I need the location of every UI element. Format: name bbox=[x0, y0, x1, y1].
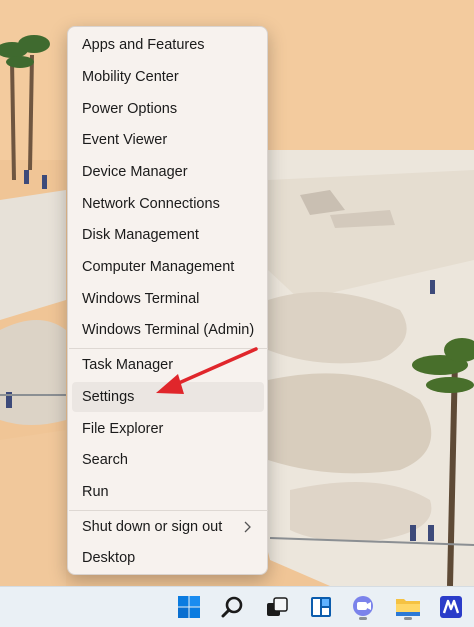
menu-item-label: Disk Management bbox=[82, 227, 199, 243]
menu-item-label: Run bbox=[82, 484, 109, 500]
menu-item-settings[interactable]: Settings bbox=[72, 382, 264, 412]
menu-item-desktop[interactable]: Desktop bbox=[72, 543, 264, 573]
running-indicator bbox=[404, 617, 412, 620]
menu-item-windows-terminal-admin[interactable]: Windows Terminal (Admin) bbox=[72, 315, 264, 345]
extra-app-icon[interactable] bbox=[436, 592, 466, 622]
file-explorer-icon[interactable] bbox=[393, 592, 423, 622]
menu-item-device-manager[interactable]: Device Manager bbox=[72, 157, 264, 187]
menu-item-file-explorer[interactable]: File Explorer bbox=[72, 414, 264, 444]
menu-item-label: Task Manager bbox=[82, 357, 174, 373]
menu-item-search[interactable]: Search bbox=[72, 445, 264, 475]
winx-context-menu: Apps and Features Mobility Center Power … bbox=[67, 26, 268, 575]
menu-item-shut-down-or-sign-out[interactable]: Shut down or sign out bbox=[72, 512, 264, 542]
menu-item-mobility-center[interactable]: Mobility Center bbox=[72, 62, 264, 92]
menu-item-label: File Explorer bbox=[82, 421, 164, 437]
taskbar bbox=[0, 586, 474, 627]
widgets-icon[interactable] bbox=[306, 592, 336, 622]
menu-item-label: Settings bbox=[82, 389, 135, 405]
menu-item-power-options[interactable]: Power Options bbox=[72, 94, 264, 124]
windows-start-icon[interactable] bbox=[174, 592, 204, 622]
menu-item-label: Mobility Center bbox=[82, 69, 179, 85]
menu-item-apps-and-features[interactable]: Apps and Features bbox=[72, 30, 264, 60]
menu-separator bbox=[69, 348, 268, 349]
menu-item-label: Apps and Features bbox=[82, 37, 205, 53]
running-indicator bbox=[359, 617, 367, 620]
menu-item-task-manager[interactable]: Task Manager bbox=[72, 350, 264, 380]
menu-item-event-viewer[interactable]: Event Viewer bbox=[72, 125, 264, 155]
menu-item-label: Network Connections bbox=[82, 196, 220, 212]
menu-item-disk-management[interactable]: Disk Management bbox=[72, 220, 264, 250]
menu-item-computer-management[interactable]: Computer Management bbox=[72, 252, 264, 282]
search-icon[interactable] bbox=[218, 592, 248, 622]
task-view-icon[interactable] bbox=[262, 592, 292, 622]
teams-chat-icon[interactable] bbox=[348, 592, 378, 622]
menu-item-label: Power Options bbox=[82, 101, 178, 117]
menu-item-label: Shut down or sign out bbox=[82, 519, 223, 535]
menu-item-label: Windows Terminal (Admin) bbox=[82, 322, 255, 338]
menu-separator bbox=[69, 510, 268, 511]
menu-item-label: Search bbox=[82, 452, 128, 468]
chevron-right-icon bbox=[244, 521, 251, 533]
menu-item-label: Desktop bbox=[82, 550, 136, 566]
menu-item-label: Computer Management bbox=[82, 259, 235, 275]
menu-item-run[interactable]: Run bbox=[72, 477, 264, 507]
menu-item-label: Device Manager bbox=[82, 164, 188, 180]
menu-item-label: Event Viewer bbox=[82, 132, 168, 148]
menu-item-label: Windows Terminal bbox=[82, 291, 200, 307]
menu-item-windows-terminal[interactable]: Windows Terminal bbox=[72, 284, 264, 314]
menu-item-network-connections[interactable]: Network Connections bbox=[72, 189, 264, 219]
